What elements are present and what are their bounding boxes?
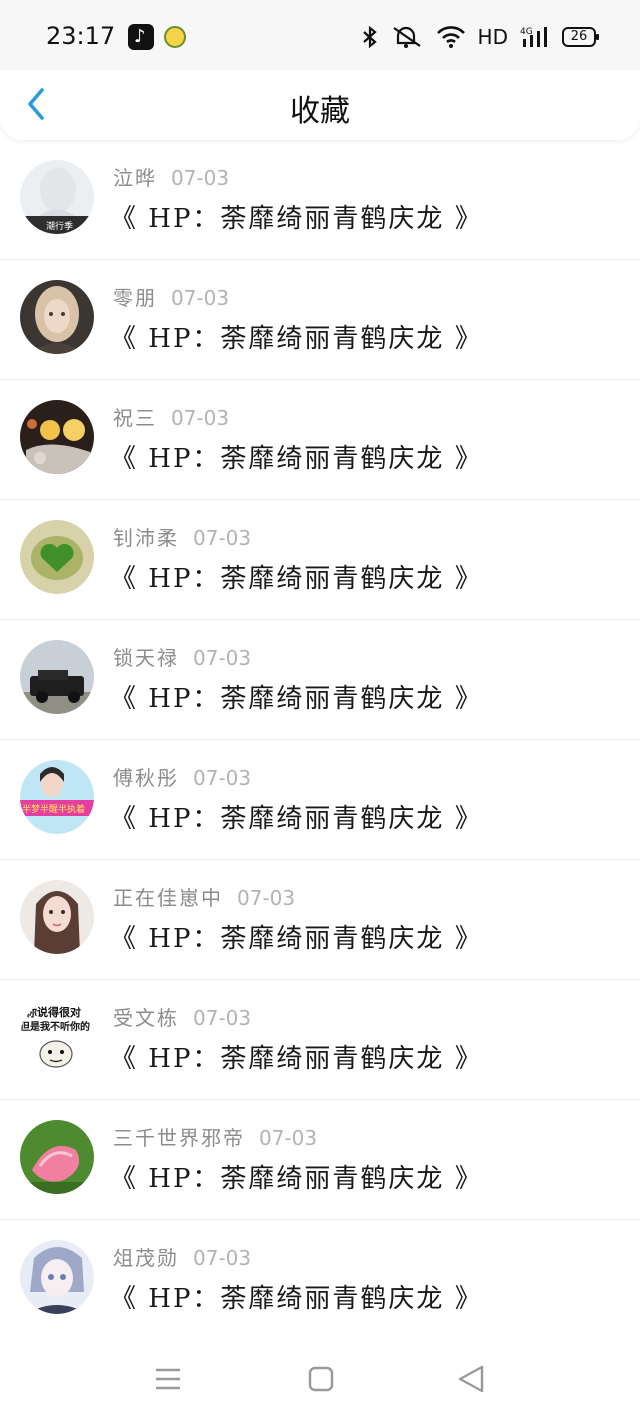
signal-icon: 4G (520, 27, 547, 47)
username[interactable]: 受文栋 (113, 1006, 179, 1030)
list-item[interactable]: 俎茂勋 07-03 《 HP：荼靡绮丽青鹤庆龙 》 (0, 1220, 640, 1340)
avatar[interactable] (20, 1120, 94, 1194)
favorites-list: 潮行季 泣晔 07-03 《 HP：荼靡绮丽青鹤庆龙 》 零朋 07-03 《 HP… (0, 140, 640, 1340)
item-title[interactable]: 《 HP：荼靡绮丽青鹤庆龙 》 (110, 438, 483, 475)
back-triangle-icon[interactable] (456, 1364, 486, 1394)
tiktok-icon (128, 24, 154, 50)
avatar[interactable] (20, 400, 94, 474)
item-meta: 正在佳崽中 07-03 (113, 882, 295, 911)
date: 07-03 (171, 406, 230, 430)
item-title[interactable]: 《 HP：荼靡绮丽青鹤庆龙 》 (110, 1038, 483, 1075)
list-item[interactable]: 正在佳崽中 07-03 《 HP：荼靡绮丽青鹤庆龙 》 (0, 860, 640, 980)
avatar[interactable]: 你说得很对 但是我不听你的 (20, 1000, 94, 1074)
svg-text:但是我不听你的: 但是我不听你的 (20, 1020, 90, 1033)
status-icons: HD 4G 26 (362, 22, 599, 52)
list-item[interactable]: 你说得很对 但是我不听你的 受文栋 07-03 《 HP：荼靡绮丽青鹤庆龙 》 (0, 980, 640, 1100)
date: 07-03 (193, 1246, 252, 1270)
wifi-icon (436, 26, 465, 48)
date: 07-03 (193, 646, 252, 670)
status-bar: 23:17 HD 4G 26 (0, 0, 640, 70)
mute-icon (392, 26, 421, 48)
date: 07-03 (193, 1006, 252, 1030)
item-meta: 钊沛柔 07-03 (113, 522, 251, 551)
avatar[interactable] (20, 520, 94, 594)
list-item[interactable]: 钊沛柔 07-03 《 HP：荼靡绮丽青鹤庆龙 》 (0, 500, 640, 620)
item-meta: 零朋 07-03 (113, 282, 229, 311)
username[interactable]: 傅秋彤 (113, 766, 179, 790)
bird-app-icon (164, 26, 186, 48)
username[interactable]: 祝三 (113, 406, 157, 430)
avatar[interactable] (20, 880, 94, 954)
item-title[interactable]: 《 HP：荼靡绮丽青鹤庆龙 》 (110, 558, 483, 595)
network-label: HD (477, 25, 508, 49)
avatar[interactable] (20, 1240, 94, 1314)
date: 07-03 (193, 526, 252, 550)
svg-text:潮行季: 潮行季 (46, 220, 73, 232)
list-item[interactable]: 祝三 07-03 《 HP：荼靡绮丽青鹤庆龙 》 (0, 380, 640, 500)
header: 收藏 (0, 70, 640, 140)
username[interactable]: 零朋 (113, 286, 157, 310)
avatar[interactable]: 半梦半醒半执着 (20, 760, 94, 834)
status-time: 23:17 (46, 22, 116, 50)
avatar[interactable] (20, 640, 94, 714)
date: 07-03 (193, 766, 252, 790)
page-title: 收藏 (290, 94, 350, 129)
item-title[interactable]: 《 HP：荼靡绮丽青鹤庆龙 》 (110, 798, 483, 835)
svg-text:半梦半醒半执着: 半梦半醒半执着 (22, 803, 85, 815)
svg-text:你说得很对: 你说得很对 (25, 1005, 81, 1019)
date: 07-03 (237, 886, 296, 910)
list-item[interactable]: 潮行季 泣晔 07-03 《 HP：荼靡绮丽青鹤庆龙 》 (0, 140, 640, 260)
bluetooth-icon (362, 25, 377, 49)
item-meta: 俎茂勋 07-03 (113, 1242, 251, 1271)
list-item[interactable]: 零朋 07-03 《 HP：荼靡绮丽青鹤庆龙 》 (0, 260, 640, 380)
username[interactable]: 三千世界邪帝 (113, 1126, 245, 1150)
menu-icon[interactable] (154, 1366, 182, 1392)
item-meta: 三千世界邪帝 07-03 (113, 1122, 317, 1151)
battery-icon: 26 (562, 27, 599, 47)
list-item[interactable]: 三千世界邪帝 07-03 《 HP：荼靡绮丽青鹤庆龙 》 (0, 1100, 640, 1220)
avatar[interactable] (20, 280, 94, 354)
username[interactable]: 俎茂勋 (113, 1246, 179, 1270)
system-nav-bar (0, 1340, 640, 1422)
username[interactable]: 锁天禄 (113, 646, 179, 670)
list-item[interactable]: 半梦半醒半执着 傅秋彤 07-03 《 HP：荼靡绮丽青鹤庆龙 》 (0, 740, 640, 860)
item-title[interactable]: 《 HP：荼靡绮丽青鹤庆龙 》 (110, 1278, 483, 1315)
home-icon[interactable] (308, 1366, 334, 1392)
item-title[interactable]: 《 HP：荼靡绮丽青鹤庆龙 》 (110, 198, 483, 235)
date: 07-03 (171, 286, 230, 310)
item-title[interactable]: 《 HP：荼靡绮丽青鹤庆龙 》 (110, 1158, 483, 1195)
item-title[interactable]: 《 HP：荼靡绮丽青鹤庆龙 》 (110, 918, 483, 955)
item-meta: 傅秋彤 07-03 (113, 762, 251, 791)
item-title[interactable]: 《 HP：荼靡绮丽青鹤庆龙 》 (110, 318, 483, 355)
item-meta: 泣晔 07-03 (113, 162, 229, 191)
item-title[interactable]: 《 HP：荼靡绮丽青鹤庆龙 》 (110, 678, 483, 715)
list-item[interactable]: 锁天禄 07-03 《 HP：荼靡绮丽青鹤庆龙 》 (0, 620, 640, 740)
date: 07-03 (259, 1126, 318, 1150)
item-meta: 祝三 07-03 (113, 402, 229, 431)
avatar[interactable]: 潮行季 (20, 160, 94, 234)
username[interactable]: 泣晔 (113, 166, 157, 190)
item-meta: 锁天禄 07-03 (113, 642, 251, 671)
username[interactable]: 正在佳崽中 (113, 886, 223, 910)
date: 07-03 (171, 166, 230, 190)
item-meta: 受文栋 07-03 (113, 1002, 251, 1031)
username[interactable]: 钊沛柔 (113, 526, 179, 550)
